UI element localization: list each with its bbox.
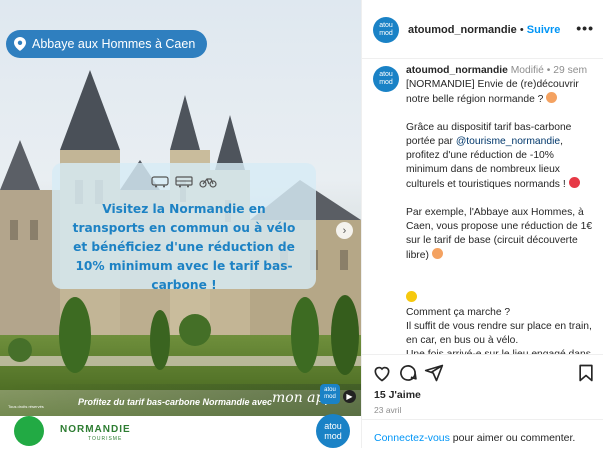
normandie-logo: NORMANDIE bbox=[60, 424, 131, 435]
caption-body: atoumod_normandie Modifié • 29 sem [NORM… bbox=[406, 64, 598, 354]
likes-count[interactable]: 15 J'aime bbox=[374, 389, 421, 401]
bookmark-icon[interactable] bbox=[576, 363, 596, 383]
post-caption: atou mod atoumod_normandie Modifié • 29 … bbox=[362, 58, 603, 354]
caption-text: Comment ça marche ? Il suffit de vous re… bbox=[406, 307, 592, 354]
transport-icons bbox=[52, 176, 316, 190]
header-username[interactable]: atoumod_normandie bbox=[408, 24, 517, 36]
like-heart-icon[interactable] bbox=[372, 363, 392, 383]
comment-icon[interactable] bbox=[398, 363, 418, 383]
post-actions: 15 J'aime 23 avril Connectez-vous pour a… bbox=[362, 354, 603, 449]
post-media: Abbaye aux Hommes à Caen Visitez la Norm… bbox=[0, 0, 361, 448]
next-image-button[interactable]: › bbox=[336, 222, 353, 239]
atoumod-round-logo: atou mod bbox=[316, 414, 350, 448]
photo-caption: Tous droits réservés bbox=[8, 404, 44, 409]
follow-button[interactable]: Suivre bbox=[527, 24, 561, 36]
garden-trees bbox=[8, 295, 359, 375]
bus-icon bbox=[175, 176, 193, 188]
login-link[interactable]: Connectez-vous bbox=[374, 432, 450, 444]
sun-emoji-icon bbox=[406, 291, 417, 302]
caption-paragraph-4: Comment ça marche ? Il suffit de vous re… bbox=[406, 277, 598, 354]
chevron-right-icon: › bbox=[342, 224, 347, 237]
party-emoji-icon bbox=[546, 92, 558, 103]
mention-link[interactable]: @tourisme_normandie bbox=[456, 136, 560, 147]
caption-time[interactable]: 29 sem bbox=[553, 65, 587, 76]
location-pin-icon bbox=[14, 37, 26, 51]
post-date[interactable]: 23 avril bbox=[374, 405, 401, 415]
play-icon[interactable]: ▶ bbox=[343, 390, 356, 403]
caption-username[interactable]: atoumod_normandie bbox=[406, 65, 508, 76]
login-prompt: Connectez-vous pour aimer ou commenter. bbox=[362, 419, 603, 450]
banner-text: Profitez du tarif bas-carbone Normandie … bbox=[78, 397, 273, 407]
caption-first-line: atoumod_normandie Modifié • 29 sem [NORM… bbox=[406, 64, 598, 107]
login-rest: pour aimer ou commenter. bbox=[449, 432, 576, 444]
smile-emoji-icon bbox=[431, 248, 443, 259]
caption-separator: • bbox=[546, 65, 551, 76]
more-options-icon[interactable]: ••• bbox=[576, 20, 594, 36]
share-icon[interactable] bbox=[424, 363, 444, 383]
caption-paragraph-3: Par exemple, l'Abbaye aux Hommes, à Caen… bbox=[406, 206, 598, 263]
login-text: Connectez-vous pour aimer ou commenter. bbox=[374, 432, 575, 444]
header-username-row: atoumod_normandie • Suivre bbox=[408, 24, 560, 36]
promo-text: Visitez la Normandie en transports en co… bbox=[72, 202, 296, 292]
post-sidebar: atou mod atoumod_normandie • Suivre ••• … bbox=[361, 0, 603, 448]
bike-icon bbox=[199, 178, 217, 188]
caption-modified: Modifié bbox=[510, 65, 544, 76]
promo-card: Visitez la Normandie en transports en co… bbox=[52, 163, 316, 292]
post-header: atou mod atoumod_normandie • Suivre ••• bbox=[362, 0, 603, 59]
normandie-sub: TOURISME bbox=[88, 436, 123, 442]
header-separator: • bbox=[519, 24, 524, 36]
location-label: Abbaye aux Hommes à Caen bbox=[32, 37, 196, 51]
logo-strip bbox=[0, 416, 361, 448]
caption-paragraph-2: Grâce au dispositif tarif bas-carbone po… bbox=[406, 121, 598, 192]
train-icon bbox=[151, 176, 169, 188]
avatar[interactable]: atou mod bbox=[373, 17, 399, 43]
location-tag[interactable]: Abbaye aux Hommes à Caen bbox=[6, 30, 208, 58]
heart-eyes-emoji-icon bbox=[568, 177, 580, 188]
avatar[interactable]: atou mod bbox=[373, 66, 399, 92]
region-badge-icon bbox=[14, 416, 44, 446]
atoumod-logo: atou mod bbox=[320, 384, 340, 404]
